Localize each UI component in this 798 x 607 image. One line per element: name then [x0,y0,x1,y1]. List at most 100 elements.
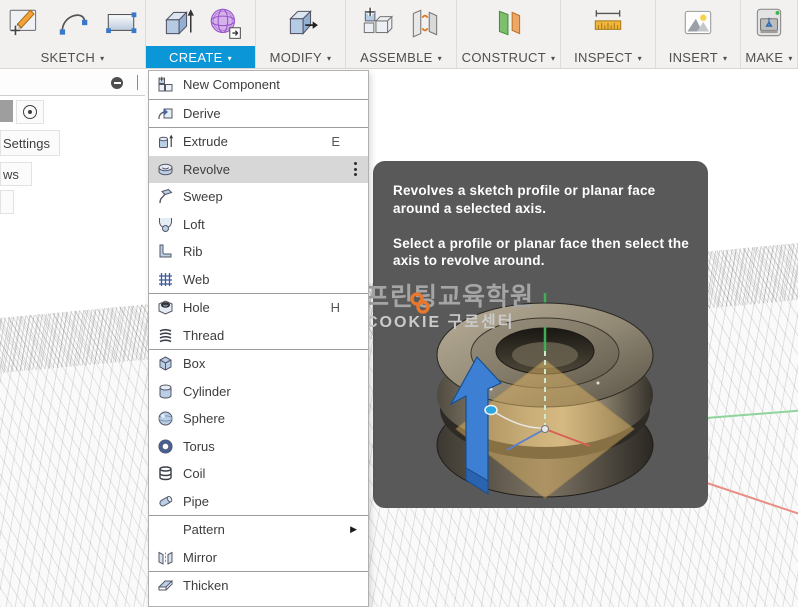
torus-icon [157,438,174,455]
hole-icon [157,299,174,316]
mirror-icon [157,549,174,566]
tab-label: MODIFY [269,49,323,65]
menu-item-hole[interactable]: Hole H [149,294,368,322]
no-icon-spacer [157,521,174,538]
tab-label: CREATE [169,49,223,65]
browser-selected-item-fragment[interactable] [0,100,13,122]
chevron-down-icon: ▾ [550,53,556,63]
shortcut-key: H [330,300,340,316]
tab-label: INSERT [668,49,718,65]
browser-item-label: Settings [3,135,50,151]
tab-insert[interactable]: INSERT ▾ [656,46,740,68]
chevron-down-icon: ▾ [788,53,793,63]
print-3d-icon[interactable] [751,5,787,41]
menu-item-label: Sweep [183,189,223,205]
tab-group-assemble: ASSEMBLE ▾ [346,0,457,68]
browser-visibility-toggle[interactable] [16,100,44,124]
menu-item-mirror[interactable]: Mirror [149,544,368,572]
menu-item-box[interactable]: Box [149,350,368,378]
menu-item-thicken[interactable]: Thicken [149,572,368,600]
toolbar: SKETCH ▾ CREATE ▾ MODIFY ▾ ASSEMBLE ▾ CONSTRUCT ▾… [0,0,798,69]
web-icon [157,271,174,288]
tab-label: MAKE [745,49,784,65]
sphere-icon [157,410,174,427]
tooltip-text: Revolves a sketch profile or planar face… [373,161,708,270]
loft-icon [157,216,174,233]
chevron-down-icon: ▾ [227,53,232,63]
menu-item-label: Sphere [183,411,225,427]
sweep-icon [157,188,174,205]
menu-item-revolve[interactable]: Revolve [149,155,368,183]
menu-item-coil[interactable]: Coil [149,460,368,488]
more-options-icon[interactable] [354,162,357,177]
menu-item-torus[interactable]: Torus [149,433,368,461]
menu-item-label: Torus [183,438,215,454]
menu-item-label: Coil [183,466,206,482]
cylinder-icon [157,383,174,400]
arc-icon[interactable] [55,5,91,41]
shortcut-key: E [331,134,340,150]
extrude-tool-icon[interactable] [159,5,195,41]
collapse-icon[interactable] [111,77,123,89]
revolve-icon [157,161,174,178]
new-component-tool-icon[interactable] [359,5,395,41]
thread-icon [157,327,174,344]
tab-construct[interactable]: CONSTRUCT ▾ [457,46,560,68]
menu-item-label: Mirror [183,549,217,565]
tab-inspect[interactable]: INSPECT ▾ [561,46,655,68]
create-sketch-icon[interactable] [7,5,43,41]
toolbar-icon-row [0,0,145,46]
browser-item-settings[interactable]: Settings [0,130,60,156]
revolve-tooltip: Revolves a sketch profile or planar face… [373,161,708,508]
tooltip-line-2: Select a profile or planar face then sel… [393,235,689,269]
menu-item-label: Revolve [183,161,230,177]
tab-assemble[interactable]: ASSEMBLE ▾ [346,46,456,68]
menu-item-rib[interactable]: Rib [149,238,368,266]
tab-group-create: CREATE ▾ [146,0,256,68]
browser-item-fragment[interactable] [0,190,14,214]
form-icon[interactable] [207,5,243,41]
chevron-down-icon: ▾ [722,53,728,63]
tab-make[interactable]: MAKE ▾ [741,46,797,68]
tab-group-insert: INSERT ▾ [656,0,741,68]
menu-item-thread[interactable]: Thread [149,322,368,350]
chevron-down-icon: ▾ [327,53,332,63]
joint-icon[interactable] [407,5,443,41]
chevron-down-icon: ▾ [437,53,442,63]
menu-item-loft[interactable]: Loft [149,211,368,239]
construction-plane-icon[interactable] [491,5,527,41]
rectangle-icon[interactable] [103,5,139,41]
rib-icon [157,243,174,260]
tooltip-line-1: Revolves a sketch profile or planar face… [393,183,656,216]
coil-icon [157,465,174,482]
browser-panel-header [0,71,145,96]
chevron-down-icon: ▾ [637,53,642,63]
menu-item-sphere[interactable]: Sphere [149,405,368,433]
tab-group-inspect: INSPECT ▾ [561,0,656,68]
browser-item-views[interactable]: ws [0,162,32,186]
tab-sketch[interactable]: SKETCH ▾ [0,46,145,68]
menu-item-new-component[interactable]: New Component [149,71,368,99]
tab-modify[interactable]: MODIFY ▾ [256,46,345,68]
menu-item-cylinder[interactable]: Cylinder [149,378,368,406]
menu-item-extrude[interactable]: Extrude E [149,128,368,156]
extrude-icon [157,133,174,150]
toolbar-icon-row [656,0,740,46]
menu-item-web[interactable]: Web [149,266,368,294]
tab-create[interactable]: CREATE ▾ [146,46,255,68]
pipe-icon [157,493,174,510]
chevron-down-icon: ▾ [100,53,105,63]
press-pull-icon[interactable] [283,5,319,41]
tab-group-make: MAKE ▾ [741,0,798,68]
derive-icon [157,105,174,122]
menu-item-pattern[interactable]: Pattern ▶ [149,516,368,544]
insert-image-icon[interactable] [680,5,716,41]
measure-icon[interactable] [590,5,626,41]
menu-item-pipe[interactable]: Pipe [149,488,368,516]
toolbar-icon-row [561,0,655,46]
menu-item-label: Cylinder [183,383,231,399]
menu-item-label: Web [183,271,210,287]
menu-item-derive[interactable]: Derive [149,100,368,128]
browser-item-label: ws [3,166,19,182]
menu-item-sweep[interactable]: Sweep [149,183,368,211]
